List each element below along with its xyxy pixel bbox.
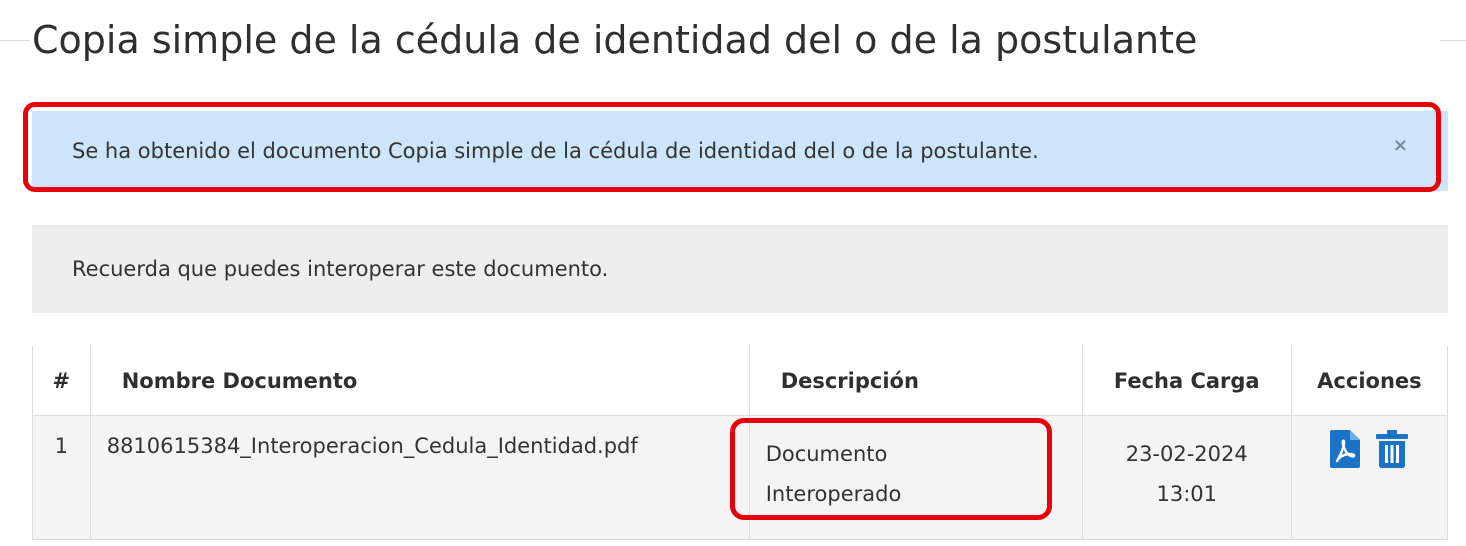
title-rule-left [0,40,30,41]
header-document-name: Nombre Documento [89,346,750,416]
interoperate-notice: Recuerda que puedes interoperar este doc… [32,225,1448,313]
pdf-icon[interactable] [1330,430,1361,473]
document-description: Documento Interoperado [748,415,1083,540]
document-name: 8810615384_Interoperacion_Cedula_Identid… [89,415,750,540]
page-title: Copia simple de la cédula de identidad d… [32,18,1198,62]
description-line-2: Interoperado [765,482,902,506]
upload-date: 23-02-2024 [1125,442,1248,466]
alert-message: Se ha obtenido el documento Copia simple… [72,139,1039,163]
description-line-1: Documento [765,442,888,466]
upload-time: 13:01 [1156,482,1217,506]
header-description: Descripción [748,346,1083,416]
notice-message: Recuerda que puedes interoperar este doc… [72,257,609,281]
table-row: 1 8810615384_Interoperacion_Cedula_Ident… [32,415,1449,540]
table-header-row: # Nombre Documento Descripción Fecha Car… [32,346,1449,416]
success-alert: Se ha obtenido el documento Copia simple… [32,111,1448,191]
header-number: # [32,346,91,416]
trash-icon[interactable] [1375,430,1409,473]
header-upload-date: Fecha Carga [1081,346,1292,416]
row-number: 1 [32,415,91,540]
documents-table: # Nombre Documento Descripción Fecha Car… [32,346,1449,540]
upload-datetime: 23-02-2024 13:01 [1081,415,1292,540]
close-icon[interactable]: × [1393,136,1408,156]
row-actions [1290,415,1449,540]
title-rule-right [1440,40,1466,41]
header-actions: Acciones [1290,346,1449,416]
